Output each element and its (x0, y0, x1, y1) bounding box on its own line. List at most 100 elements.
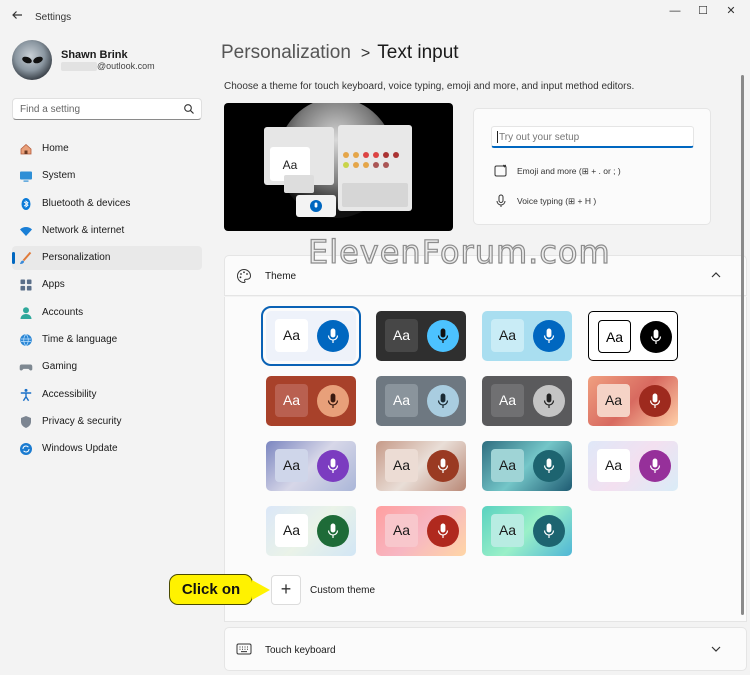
theme-tile[interactable]: Aa (376, 506, 466, 556)
profile-name: Shawn Brink (61, 49, 128, 61)
app-title: Settings (35, 12, 72, 23)
chevron-up-icon[interactable] (710, 269, 722, 281)
back-arrow-icon (12, 11, 22, 19)
sidebar-item-gaming[interactable]: Gaming (12, 355, 202, 379)
theme-tile[interactable]: Aa (588, 441, 678, 491)
text-caret (497, 131, 498, 143)
breadcrumb: Personalization > Text input (221, 42, 459, 64)
theme-tile[interactable]: Aa (482, 506, 572, 556)
watermark: ElevenForum.com (307, 232, 611, 271)
preview-aa-text: Aa (283, 158, 298, 172)
sidebar-item-windows-update[interactable]: Windows Update (12, 437, 202, 461)
title-bar: Settings — ☐ ✕ (0, 0, 750, 34)
sidebar-item-apps[interactable]: Apps (12, 273, 202, 297)
maximize-button[interactable]: ☐ (692, 5, 714, 19)
accounts-icon (20, 307, 32, 319)
theme-tile[interactable]: Aa (376, 311, 466, 361)
sidebar-item-system[interactable]: System (12, 164, 202, 188)
emoji-icon (494, 164, 507, 177)
sidebar-item-home[interactable]: Home (12, 137, 202, 161)
try-out-placeholder: Try out your setup (499, 132, 580, 143)
theme-tile-mic-icon (427, 515, 459, 547)
touch-keyboard-label: Touch keyboard (265, 645, 336, 656)
theme-preview-image: Aa (224, 103, 453, 231)
theme-tile-mic-icon (639, 450, 671, 482)
custom-theme-button[interactable]: + (271, 575, 301, 605)
touch-keyboard-section[interactable]: Touch keyboard (224, 627, 747, 671)
search-input[interactable]: Find a setting (12, 98, 202, 120)
theme-tile-mic-icon (427, 385, 459, 417)
theme-tile-aa: Aa (598, 320, 631, 353)
theme-tile[interactable]: Aa (482, 311, 572, 361)
theme-tile-aa: Aa (275, 449, 308, 482)
theme-tile-aa: Aa (385, 449, 418, 482)
custom-theme-label: Custom theme (310, 585, 376, 596)
back-button[interactable] (8, 9, 26, 25)
palette-icon (237, 268, 252, 284)
sidebar-item-personalization[interactable]: Personalization (12, 246, 202, 271)
theme-tile-mic-icon (317, 320, 349, 352)
theme-tile-aa: Aa (275, 384, 308, 417)
theme-tile[interactable]: Aa (376, 441, 466, 491)
theme-tile-mic-icon (317, 450, 349, 482)
theme-tile-mic-icon (427, 450, 459, 482)
close-button[interactable]: ✕ (720, 5, 742, 19)
network-icon (20, 226, 32, 236)
theme-tile-aa: Aa (491, 449, 524, 482)
sidebar-item-time-language[interactable]: Time & language (12, 328, 202, 352)
theme-tile-mic-icon (533, 385, 565, 417)
voice-shortcut-text: Voice typing (⊞ + H ) (517, 196, 597, 206)
avatar[interactable] (12, 40, 52, 80)
time-language-icon (20, 334, 32, 347)
theme-tile[interactable]: Aa (588, 376, 678, 426)
theme-tile[interactable]: Aa (588, 311, 678, 361)
minimize-button[interactable]: — (664, 5, 686, 19)
callout-arrow (252, 580, 270, 600)
theme-tile[interactable]: Aa (266, 441, 356, 491)
breadcrumb-separator: > (360, 45, 371, 62)
try-out-input[interactable]: Try out your setup (491, 126, 694, 148)
shield-icon (21, 415, 31, 428)
breadcrumb-parent[interactable]: Personalization (221, 42, 351, 63)
theme-tile-mic-icon (317, 385, 349, 417)
bluetooth-icon (21, 197, 31, 210)
search-placeholder: Find a setting (20, 104, 81, 115)
email-redaction (61, 62, 97, 71)
theme-tile[interactable]: Aa (266, 376, 356, 426)
sidebar-item-bluetooth[interactable]: Bluetooth & devices (12, 192, 202, 216)
theme-tile[interactable]: Aa (376, 376, 466, 426)
scrollbar[interactable] (741, 75, 744, 615)
theme-tile-aa: Aa (491, 384, 524, 417)
preview-illustration: Aa (264, 103, 412, 218)
accessibility-icon (20, 388, 32, 401)
theme-tile-mic-icon (640, 321, 672, 353)
sidebar-item-accounts[interactable]: Accounts (12, 301, 202, 325)
sidebar-item-privacy[interactable]: Privacy & security (12, 410, 202, 434)
theme-tile-mic-icon (533, 515, 565, 547)
microphone-icon (496, 194, 506, 207)
sidebar-nav: Home System Bluetooth & devices Network … (12, 137, 202, 465)
theme-tile[interactable]: Aa (261, 306, 361, 366)
chevron-down-icon[interactable] (710, 643, 722, 655)
theme-tile-aa: Aa (275, 319, 308, 352)
try-out-panel: Try out your setup Emoji and more (⊞ + .… (473, 108, 711, 225)
theme-tile-mic-icon (533, 450, 565, 482)
theme-tile-aa: Aa (597, 449, 630, 482)
theme-tile-aa: Aa (385, 319, 418, 352)
sidebar-item-network[interactable]: Network & internet (12, 219, 202, 243)
theme-tile-aa: Aa (597, 384, 630, 417)
theme-tile-mic-icon (639, 385, 671, 417)
theme-tile[interactable]: Aa (482, 376, 572, 426)
theme-tile[interactable]: Aa (266, 506, 356, 556)
theme-tile-aa: Aa (491, 319, 524, 352)
theme-tile-mic-icon (533, 320, 565, 352)
page-title: Text input (377, 42, 459, 63)
sidebar-item-accessibility[interactable]: Accessibility (12, 383, 202, 407)
personalization-icon (20, 252, 32, 265)
theme-tile[interactable]: Aa (482, 441, 572, 491)
theme-tile-aa: Aa (491, 514, 524, 547)
apps-icon (20, 279, 32, 291)
theme-section-label: Theme (265, 271, 297, 282)
profile-email: @outlook.com (97, 61, 155, 71)
windows-update-icon (20, 443, 32, 456)
